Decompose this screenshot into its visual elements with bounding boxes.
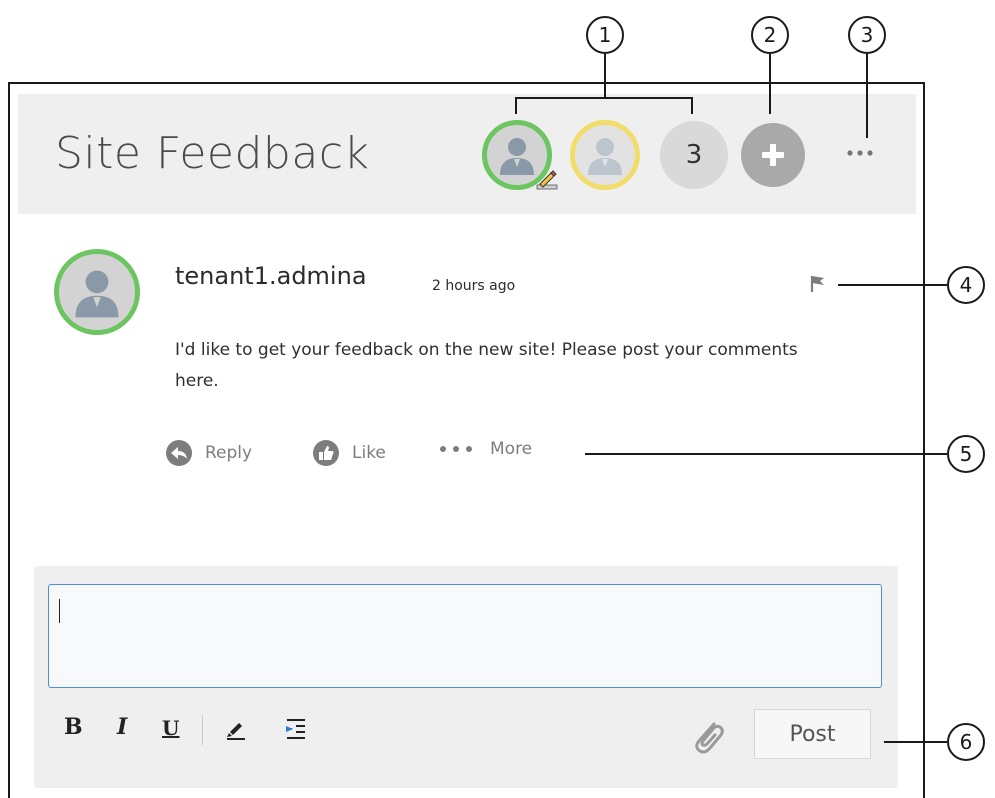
callout-6: 6 [947,723,985,761]
person-icon [588,138,622,175]
callout-4-line [838,284,947,286]
reply-icon [166,440,192,466]
flag-icon[interactable] [808,273,828,293]
bold-button[interactable]: B [64,714,83,740]
comment-author-name[interactable]: tenant1.admina [175,262,367,290]
callout-1-line-vertical [604,54,606,98]
callout-1-bracket [515,97,693,99]
editing-pencil-icon [536,170,558,190]
callout-5: 5 [947,435,985,473]
like-label: Like [352,443,386,463]
comment-author-avatar[interactable] [54,249,140,335]
callout-1-bracket-right [691,97,693,114]
highlight-icon[interactable] [224,717,248,741]
like-button[interactable]: Like [312,439,386,467]
callout-2: 2 [751,16,789,54]
page-title: Site Feedback [55,128,370,179]
text-caret [59,599,60,623]
callout-4: 4 [947,266,985,304]
frame-right [923,82,925,798]
italic-button[interactable]: I [117,714,127,740]
callout-6-line [884,741,947,743]
thumbs-up-icon [313,440,339,466]
reply-label: Reply [205,443,253,463]
add-participant-button[interactable] [741,123,805,187]
ellipsis-icon [440,446,472,452]
more-label: More [490,439,533,459]
attachment-icon[interactable] [686,714,730,758]
reply-composer: B I U Post [34,566,898,788]
participant-avatar-pending[interactable] [570,120,640,190]
plus-icon [762,144,784,166]
callout-1: 1 [586,16,624,54]
frame-top [8,82,925,84]
post-button[interactable]: Post [754,709,871,759]
more-options-icon[interactable] [846,148,874,158]
underline-button[interactable]: U [162,716,179,740]
callout-3-line [866,54,868,138]
toolbar-divider [202,715,203,745]
indent-icon[interactable] [283,716,309,742]
callout-1-bracket-left [515,97,517,114]
comment-timestamp: 2 hours ago [432,278,516,294]
comment-input[interactable] [48,584,882,688]
more-participants-count[interactable]: 3 [660,121,728,189]
comment-body: I'd like to get your feedback on the new… [175,340,798,391]
frame-left [8,82,10,798]
callout-5-line [585,453,947,455]
callout-3: 3 [848,16,886,54]
person-icon [75,270,119,318]
callout-2-line [769,54,771,114]
more-actions-button[interactable]: More [438,439,532,459]
reply-button[interactable]: Reply [165,439,252,467]
conversation-header: Site Feedback 3 [18,94,916,214]
